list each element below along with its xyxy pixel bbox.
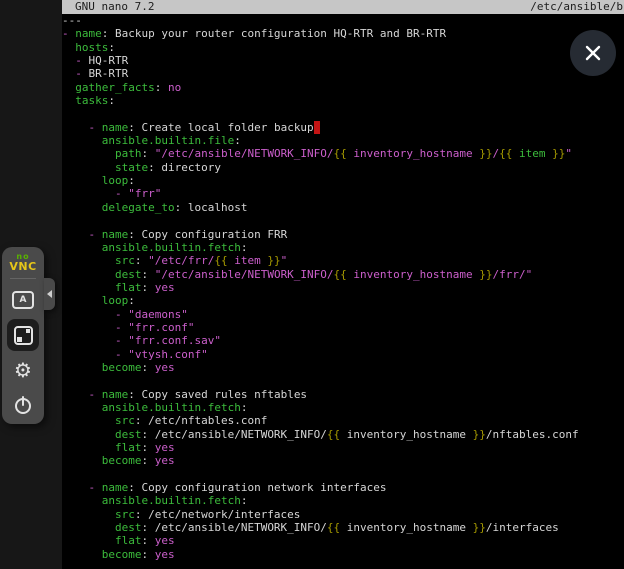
nano-terminal[interactable]: GNU nano 7.2 /etc/ansible/b ---- name: B… — [62, 0, 624, 569]
code-line: path: "/etc/ansible/NETWORK_INFO/{{ inve… — [62, 147, 624, 160]
code-line: ansible.builtin.file: — [62, 134, 624, 147]
terminal-body[interactable]: ---- name: Backup your router configurat… — [62, 14, 624, 561]
code-line: become: yes — [62, 548, 624, 561]
code-line: - "daemons" — [62, 308, 624, 321]
code-line: - name: Backup your router configuration… — [62, 27, 624, 40]
code-line: tasks: — [62, 94, 624, 107]
code-line: - HQ-RTR — [62, 54, 624, 67]
code-line — [62, 374, 624, 387]
code-line: src: /etc/nftables.conf — [62, 414, 624, 427]
code-line: dest: "/etc/ansible/NETWORK_INFO/{{ inve… — [62, 268, 624, 281]
code-line: - "frr.conf.sav" — [62, 334, 624, 347]
nano-version-label: GNU nano 7.2 — [62, 0, 154, 14]
code-line: become: yes — [62, 454, 624, 467]
novnc-logo: no VNC — [9, 253, 36, 271]
close-button[interactable] — [570, 30, 616, 76]
bar-divider — [10, 278, 36, 279]
code-line: become: yes — [62, 361, 624, 374]
novnc-control-bar: no VNC A ⚙ — [2, 247, 44, 424]
code-line: - name: Copy configuration network inter… — [62, 481, 624, 494]
code-line: gather_facts: no — [62, 81, 624, 94]
settings-button[interactable]: ⚙ — [7, 354, 39, 386]
code-line: loop: — [62, 174, 624, 187]
code-line: - name: Create local folder backup — [62, 121, 624, 134]
close-x-icon — [584, 44, 602, 62]
code-line — [62, 468, 624, 481]
code-line: ansible.builtin.fetch: — [62, 494, 624, 507]
novnc-logo-vnc: VNC — [9, 263, 36, 271]
code-line: - "frr.conf" — [62, 321, 624, 334]
code-line: - "frr" — [62, 187, 624, 200]
code-line: state: directory — [62, 161, 624, 174]
fullscreen-button[interactable] — [7, 319, 39, 351]
code-line: flat: yes — [62, 534, 624, 547]
code-line: - "vtysh.conf" — [62, 348, 624, 361]
power-icon — [13, 395, 33, 415]
code-line: hosts: — [62, 41, 624, 54]
code-line: flat: yes — [62, 281, 624, 294]
extra-keys-button[interactable]: A — [7, 284, 39, 316]
control-bar-handle[interactable] — [44, 278, 55, 310]
code-line — [62, 214, 624, 227]
code-line: - name: Copy saved rules nftables — [62, 388, 624, 401]
nano-titlebar: GNU nano 7.2 /etc/ansible/b — [62, 0, 624, 14]
fullscreen-icon — [14, 326, 33, 345]
gear-icon: ⚙ — [14, 360, 32, 380]
power-button[interactable] — [7, 389, 39, 421]
keyboard-a-icon: A — [12, 291, 34, 309]
code-line: delegate_to: localhost — [62, 201, 624, 214]
code-line: - name: Copy configuration FRR — [62, 228, 624, 241]
code-line: --- — [62, 14, 624, 27]
code-line: src: /etc/network/interfaces — [62, 508, 624, 521]
nano-filepath-label: /etc/ansible/b — [530, 0, 624, 14]
code-line: loop: — [62, 294, 624, 307]
text-cursor — [314, 121, 321, 134]
code-line: dest: /etc/ansible/NETWORK_INFO/{{ inven… — [62, 428, 624, 441]
arrow-left-icon — [47, 290, 52, 298]
code-line: ansible.builtin.fetch: — [62, 401, 624, 414]
code-line: - BR-RTR — [62, 67, 624, 80]
code-line: dest: /etc/ansible/NETWORK_INFO/{{ inven… — [62, 521, 624, 534]
code-line: ansible.builtin.fetch: — [62, 241, 624, 254]
code-line: flat: yes — [62, 441, 624, 454]
code-line — [62, 107, 624, 120]
code-line: src: "/etc/frr/{{ item }}" — [62, 254, 624, 267]
